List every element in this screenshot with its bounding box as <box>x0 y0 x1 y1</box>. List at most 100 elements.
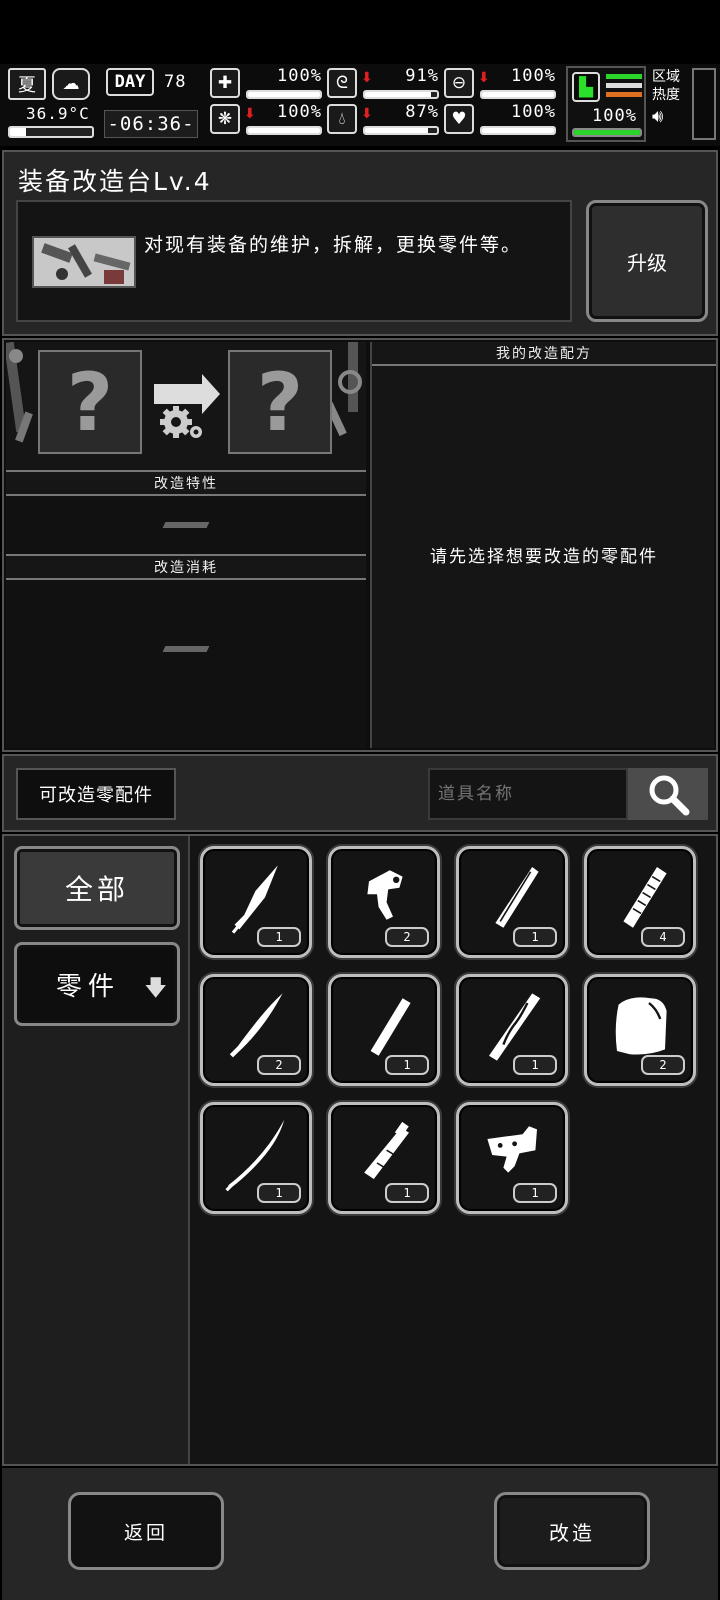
workbench-image <box>32 236 136 288</box>
season-label: 夏 <box>18 75 36 96</box>
inventory-item-slot[interactable]: 4 <box>584 846 696 958</box>
parts-label: 可改造零配件 <box>39 785 153 806</box>
trend-down-arrow-icon: ⬇ <box>478 70 490 86</box>
boot-icon: ▙ <box>572 72 600 102</box>
category-parts-tab[interactable]: 零件 🡇 <box>14 942 180 1026</box>
source-unknown-mark: ? <box>66 355 114 449</box>
item-count-badge: 1 <box>257 927 301 947</box>
stat-value: 100% <box>511 66 556 86</box>
trend-down-arrow-icon: ⬇ <box>244 106 256 122</box>
item-count-badge: 2 <box>385 927 429 947</box>
parts-label-box: 可改造零配件 <box>16 768 176 820</box>
search-button[interactable] <box>628 768 708 820</box>
inventory-item-slot[interactable]: 1 <box>328 974 440 1086</box>
recipes-header: 我的改造配方 <box>372 342 716 366</box>
inventory-item-slot[interactable]: 1 <box>328 1102 440 1214</box>
item-count-badge: 1 <box>385 1183 429 1203</box>
inventory-item-slot[interactable]: 1 <box>200 846 312 958</box>
clock-display: -06:36- <box>104 110 198 138</box>
back-button-label: 返回 <box>123 1521 168 1544</box>
recipes-hint: 请先选择想要改造的零配件 <box>430 547 658 567</box>
station-description: 对现有装备的维护，拆解，更换零件等。 <box>144 234 523 256</box>
category-sidebar: 全部 零件 🡇 <box>4 836 190 1464</box>
inventory-item-slot[interactable]: 2 <box>200 974 312 1086</box>
recipes-header-label: 我的改造配方 <box>496 346 592 362</box>
stat-bar <box>246 126 322 135</box>
item-count-badge: 1 <box>513 927 557 947</box>
stat-cell: 💧︎ ⬇ 87% <box>327 102 441 138</box>
footer-bar: 返回 改造 <box>2 1468 718 1600</box>
modify-panel: ? ? 改造特性 改造消耗 我的改造配方 请先选择想要改造的零配件 <box>2 338 718 752</box>
stat-cell: ♥ 100% <box>444 102 558 138</box>
back-button[interactable]: 返回 <box>68 1492 224 1570</box>
stat-cell: ᘓ ⬇ 91% <box>327 66 441 102</box>
stat-value: 100% <box>277 66 322 86</box>
item-count-badge: 4 <box>641 927 685 947</box>
search-icon <box>649 775 690 816</box>
cost-header: 改造消耗 <box>6 554 366 580</box>
station-info-box: 对现有装备的维护，拆解，更换零件等。 <box>16 200 572 322</box>
item-count-badge: 2 <box>257 1055 301 1075</box>
brain-icon: ❋ <box>210 104 240 134</box>
stat-bar <box>480 90 556 99</box>
stat-bar <box>363 90 439 99</box>
arrow-down-icon: 🡇 <box>144 976 167 1001</box>
parts-toolbar: 可改造零配件 <box>2 754 718 832</box>
upgrade-button[interactable]: 升级 <box>586 200 708 322</box>
convert-arrow-gear-icon <box>152 372 222 442</box>
inventory-item-slot[interactable]: 1 <box>456 974 568 1086</box>
search-input[interactable] <box>428 768 628 820</box>
trait-empty-dash <box>162 522 210 528</box>
category-all-tab[interactable]: 全部 <box>14 846 180 930</box>
trait-header: 改造特性 <box>6 470 366 496</box>
inventory-item-slot[interactable]: 2 <box>584 974 696 1086</box>
item-grid: 1 2 1 4 2 1 1 2 1 1 1 <box>194 836 714 1464</box>
stat-bar <box>363 126 439 135</box>
category-all-label: 全部 <box>64 873 129 906</box>
recipes-panel: 我的改造配方 请先选择想要改造的零配件 <box>370 342 716 748</box>
day-clock-box: DAY 78 -06:36- <box>104 66 200 142</box>
stat-value: 100% <box>511 102 556 122</box>
inventory-item-slot[interactable]: 1 <box>456 846 568 958</box>
region-heat-meter <box>692 68 716 140</box>
cost-header-label: 改造消耗 <box>154 560 218 576</box>
temperature-value: 36.9°C <box>26 104 90 123</box>
stamina-value: 100% <box>592 106 637 126</box>
stat-cell: ⊖ ⬇ 100% <box>444 66 558 102</box>
trait-area <box>6 496 366 554</box>
upgrade-button-label: 升级 <box>627 250 667 275</box>
status-lines <box>606 74 642 97</box>
stamina-box: ▙ 100% <box>566 66 646 142</box>
item-count-badge: 1 <box>513 1183 557 1203</box>
stomach-icon: ᘓ <box>327 68 357 98</box>
stat-bar <box>246 90 322 99</box>
source-item-slot[interactable]: ? <box>38 350 142 454</box>
inventory-item-slot[interactable]: 1 <box>200 1102 312 1214</box>
item-count-badge: 1 <box>385 1055 429 1075</box>
inventory-item-slot[interactable]: 2 <box>328 846 440 958</box>
result-item-slot: ? <box>228 350 332 454</box>
region-heat-label: 区域热度 <box>652 69 680 103</box>
day-number: 78 <box>164 72 187 92</box>
stat-bar <box>480 126 556 135</box>
inventory-item-slot[interactable]: 1 <box>456 1102 568 1214</box>
result-unknown-mark: ? <box>256 355 304 449</box>
season-badge: 夏 <box>8 68 46 100</box>
day-label: DAY <box>106 68 154 96</box>
stat-cell: ✚ 100% <box>210 66 324 102</box>
speaker-icon[interactable]: 🔊︎ <box>652 106 692 127</box>
temperature-bar <box>8 126 94 138</box>
status-bar: 夏 ☁ 36.9°C DAY 78 -06:36- ✚ 100% ᘓ ⬇ 91% ⊖ ⬇ 10… <box>0 64 720 146</box>
season-box: 夏 ☁ 36.9°C <box>6 66 100 142</box>
stat-value: 100% <box>277 102 322 122</box>
category-parts-label: 零件 <box>55 971 120 1002</box>
region-heat-box[interactable]: 区域热度 🔊︎ <box>652 68 692 140</box>
trait-header-label: 改造特性 <box>154 476 218 492</box>
cost-empty-dash <box>162 646 210 652</box>
cloudy-weather-icon: ☁ <box>52 68 90 100</box>
heart-icon: ♥ <box>444 104 474 134</box>
modify-button[interactable]: 改造 <box>494 1492 650 1570</box>
stat-value: 91% <box>405 66 439 86</box>
stamina-bar <box>572 128 642 137</box>
item-count-badge: 1 <box>257 1183 301 1203</box>
